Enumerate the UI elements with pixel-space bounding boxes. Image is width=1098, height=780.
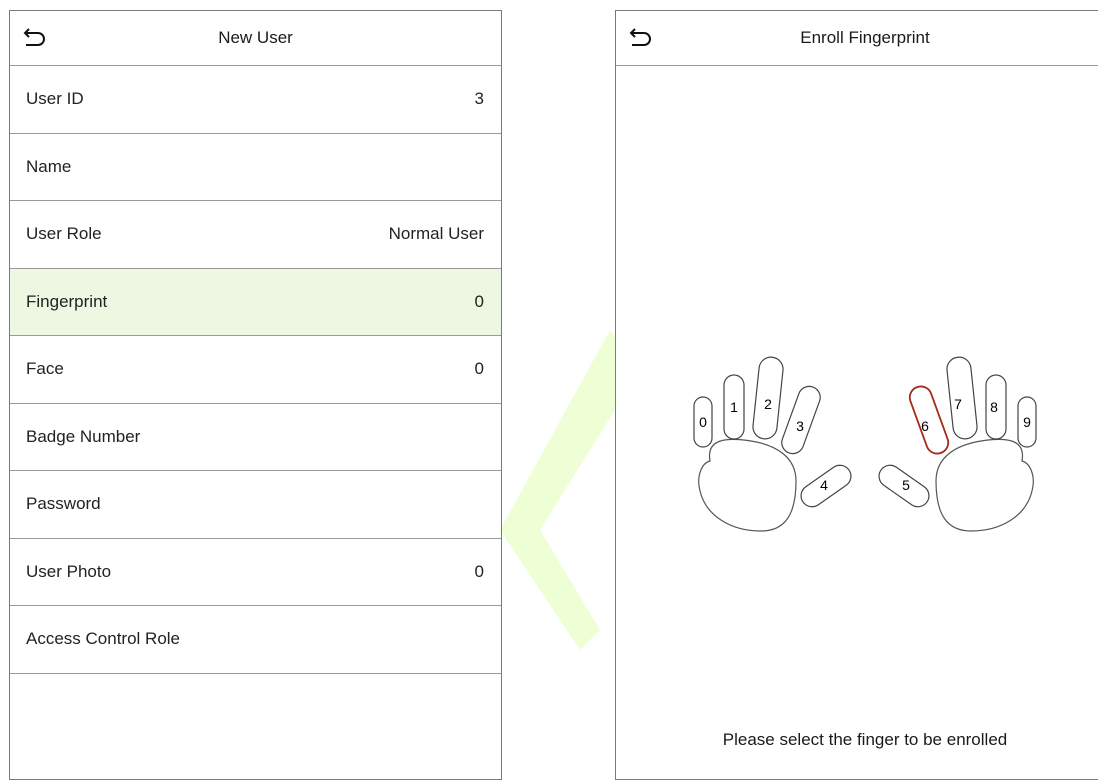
row-value: 0 [474,291,484,311]
new-user-panel: New User User ID 3 Name User Role Normal… [9,10,502,780]
finger-6[interactable]: 6 [907,383,952,456]
row-label: Badge Number [26,426,141,446]
row-user-role[interactable]: User Role Normal User [10,201,501,269]
finger-label: 4 [820,477,828,493]
row-value: Normal User [388,224,484,244]
finger-7[interactable]: 7 [946,356,978,440]
finger-label: 0 [699,414,707,430]
row-label: User Photo [26,561,112,581]
finger-4[interactable]: 4 [797,461,855,511]
page-title: New User [218,28,293,47]
finger-label: 6 [921,418,929,434]
row-label: User Role [26,224,102,244]
back-arrow-icon[interactable] [22,25,48,49]
row-face[interactable]: Face 0 [10,336,501,404]
enroll-fingerprint-panel: Enroll Fingerprint 0 1 2 3 4 5 6 7 8 9 P… [615,10,1098,780]
hands-diagram: 0 1 2 3 4 5 6 7 8 9 [693,356,1037,532]
row-value: 0 [474,561,484,581]
row-access-control-role[interactable]: Access Control Role [10,606,501,674]
row-value: 0 [474,359,484,379]
row-name[interactable]: Name [10,134,501,201]
row-label: Face [26,359,64,379]
back-arrow-icon[interactable] [628,25,654,49]
finger-0[interactable]: 0 [693,396,713,448]
finger-8[interactable]: 8 [985,374,1007,440]
left-palm [698,438,797,532]
row-badge-number[interactable]: Badge Number [10,404,501,471]
row-label: Access Control Role [26,629,181,649]
finger-label: 3 [796,418,804,434]
row-label: Name [26,156,72,176]
finger-3[interactable]: 3 [779,383,824,456]
enroll-prompt: Please select the finger to be enrolled [722,730,1008,749]
finger-2[interactable]: 2 [752,356,784,440]
row-fingerprint[interactable]: Fingerprint 0 [10,268,501,336]
enroll-header: Enroll Fingerprint [616,11,1098,66]
row-value: 3 [474,89,484,109]
page-title: Enroll Fingerprint [800,28,930,47]
finger-5[interactable]: 5 [875,461,933,511]
row-user-photo[interactable]: User Photo 0 [10,539,501,606]
row-user-id[interactable]: User ID 3 [10,66,501,134]
finger-label: 9 [1023,414,1031,430]
finger-label: 7 [954,396,962,412]
finger-label: 1 [730,399,738,415]
row-label: User ID [26,89,84,109]
finger-label: 5 [902,477,910,493]
row-password[interactable]: Password [10,471,501,539]
finger-9[interactable]: 9 [1017,396,1037,448]
new-user-header: New User [10,11,501,66]
row-label: Fingerprint [26,291,108,311]
finger-label: 8 [990,399,998,415]
right-palm [935,438,1034,532]
finger-1[interactable]: 1 [723,374,745,440]
row-label: Password [26,494,101,514]
finger-label: 2 [764,396,772,412]
